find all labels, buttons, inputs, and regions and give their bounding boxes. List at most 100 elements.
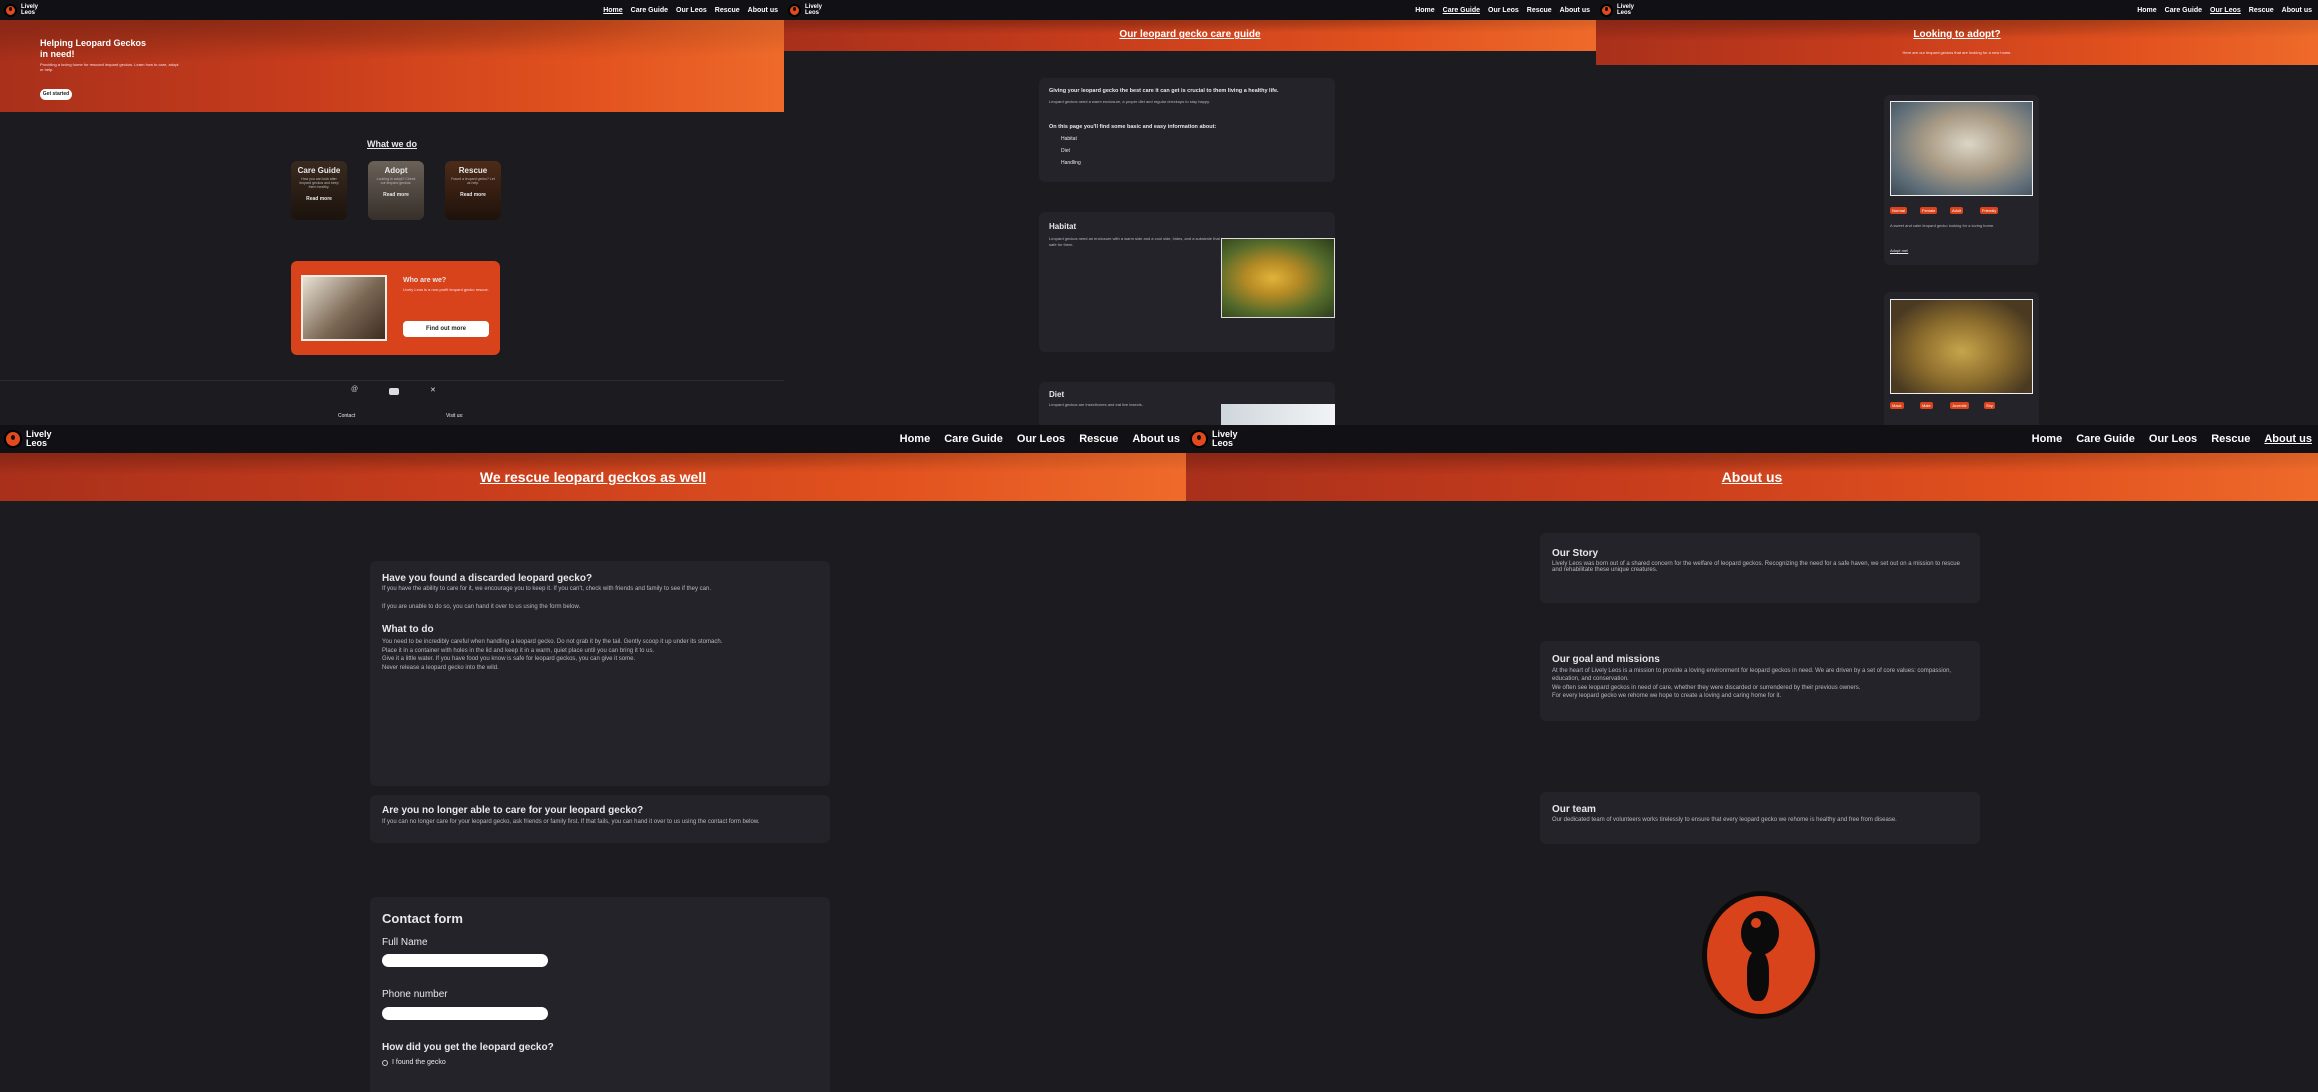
radio-icon[interactable] (382, 1059, 388, 1066)
habitat-card: Habitat Leopard geckos need an enclosure… (1039, 212, 1335, 352)
phone-input[interactable] (382, 1007, 548, 1020)
page-title: Our leopard gecko care guide (1119, 29, 1261, 40)
nav-home[interactable]: Home (900, 433, 931, 445)
diet-card: Diet Leopard geckos are insectivores and… (1039, 382, 1335, 425)
logo[interactable]: Lively Leos (1186, 429, 1238, 449)
logo[interactable]: Lively Leos (1596, 3, 1634, 17)
tile-rescue[interactable]: Rescue Found a leopard gecko? Let us hel… (445, 161, 501, 220)
logo[interactable]: Lively Leos (784, 3, 822, 17)
youtube-icon[interactable] (389, 388, 399, 395)
nav-home[interactable]: Home (2137, 7, 2156, 14)
contact-form-card: Contact form Full Name Phone number How … (370, 897, 830, 1092)
nav-rescue[interactable]: Rescue (2249, 7, 2274, 14)
footer-divider (0, 380, 784, 381)
page-title: We rescue leopard geckos as well (479, 469, 707, 485)
topic-diet-link[interactable]: Diet (1061, 148, 1070, 154)
nav-about-us[interactable]: About us (1560, 7, 1590, 14)
gecko-card-2: Mack Male Juvenile Shy (1884, 292, 2039, 425)
adopt-me-link[interactable]: Adopt me! (1890, 248, 1908, 253)
topic-habitat-link[interactable]: Habitat (1061, 136, 1077, 142)
top-navbar: Lively Leos Home Care Guide Our Leos Resc… (0, 0, 784, 20)
page-title: About us (1721, 469, 1783, 485)
main-nav: Home Care Guide Our Leos Rescue About us (2137, 7, 2318, 14)
page-banner: About us (1186, 453, 2318, 501)
read-more-link[interactable]: Read more (291, 196, 347, 202)
gecko-photo (1890, 299, 2033, 394)
home-page-panel: Lively Leos Home Care Guide Our Leos Resc… (0, 0, 784, 425)
gecko-card-1: Normal Female Adult Friendly A sweet and… (1884, 95, 2039, 265)
tile-adopt[interactable]: Adopt Looking to adopt? Check our leopar… (368, 161, 424, 220)
nav-our-leos[interactable]: Our Leos (2210, 7, 2241, 14)
nav-about-us[interactable]: About us (2264, 433, 2312, 445)
gecko-photo (1890, 101, 2033, 196)
gecko-logo-icon (788, 3, 801, 17)
found-gecko-card: Have you found a discarded leopard gecko… (370, 561, 830, 786)
read-more-link[interactable]: Read more (368, 192, 424, 198)
about-page-panel: Lively Leos Home Care Guide Our Leos Resc… (1186, 425, 2318, 1092)
goal-card: Our goal and missions At the heart of Li… (1540, 641, 1980, 721)
nav-care-guide[interactable]: Care Guide (944, 433, 1003, 445)
nav-our-leos[interactable]: Our Leos (676, 7, 707, 14)
our-story-card: Our Story Lively Leos was born out of a … (1540, 533, 1980, 603)
who-are-we-image (301, 275, 387, 341)
full-name-label: Full Name (382, 937, 428, 948)
top-navbar: Lively Leos Home Care Guide Our Leos Resc… (1596, 0, 2318, 20)
footer-visit-us: Visit us: (446, 413, 464, 419)
nav-rescue[interactable]: Rescue (715, 7, 740, 14)
logo[interactable]: Lively Leos (0, 429, 52, 449)
option-found[interactable]: I found the gecko (382, 1059, 446, 1066)
hero-banner: Helping Leopard Geckos in need! Providing… (0, 20, 784, 112)
gecko-logo-icon (4, 3, 17, 17)
nav-about-us[interactable]: About us (748, 7, 778, 14)
main-nav: Home Care Guide Our Leos Rescue About us (1415, 7, 1596, 14)
topic-handling-link[interactable]: Handling (1061, 160, 1081, 166)
nav-about-us[interactable]: About us (2282, 7, 2312, 14)
intro-card: Giving your leopard gecko the best care … (1039, 78, 1335, 182)
find-out-more-button[interactable]: Find out more (403, 321, 489, 337)
gecko-logo-large (1702, 891, 1820, 1019)
section-title: What we do (367, 139, 417, 149)
our-leos-page-panel: Lively Leos Home Care Guide Our Leos Resc… (1596, 0, 2318, 425)
nav-our-leos[interactable]: Our Leos (1488, 7, 1519, 14)
nav-care-guide[interactable]: Care Guide (631, 7, 668, 14)
page-title: Looking to adopt? (1913, 29, 2001, 40)
phone-label: Phone number (382, 989, 448, 1000)
top-navbar: Lively Leos Home Care Guide Our Leos Resc… (784, 0, 1596, 20)
rescue-page-panel: Lively Leos Home Care Guide Our Leos Resc… (0, 425, 1186, 1092)
hero-text: Providing a loving home for rescued leop… (40, 62, 179, 72)
page-banner: Looking to adopt? Here are our leopard g… (1596, 20, 2318, 65)
nav-rescue[interactable]: Rescue (1527, 7, 1552, 14)
nav-home[interactable]: Home (603, 7, 622, 14)
unable-to-care-card: Are you no longer able to care for your … (370, 795, 830, 843)
nav-care-guide[interactable]: Care Guide (2165, 7, 2202, 14)
footer-contact: Contact (338, 413, 356, 419)
get-started-button[interactable]: Get started (40, 89, 72, 100)
top-navbar: Lively Leos Home Care Guide Our Leos Resc… (1186, 425, 2318, 453)
page-banner: Our leopard gecko care guide (784, 20, 1596, 51)
nav-home[interactable]: Home (1415, 7, 1434, 14)
page-banner: We rescue leopard geckos as well (0, 453, 1186, 501)
nav-rescue[interactable]: Rescue (2211, 433, 2250, 445)
logo[interactable]: Lively Leos (0, 3, 38, 17)
who-are-we-card: Who are we? Lively Leos is a non-profit … (291, 261, 500, 355)
diet-image (1221, 404, 1335, 425)
main-nav: Home Care Guide Our Leos Rescue About us (603, 7, 784, 14)
nav-care-guide[interactable]: Care Guide (2076, 433, 2135, 445)
x-icon[interactable]: ✕ (430, 386, 436, 394)
gecko-logo-icon (1600, 3, 1613, 17)
nav-care-guide[interactable]: Care Guide (1443, 7, 1480, 14)
full-name-input[interactable] (382, 954, 548, 967)
tile-care-guide[interactable]: Care Guide How you can look after leopar… (291, 161, 347, 220)
team-card: Our team Our dedicated team of volunteer… (1540, 792, 1980, 844)
nav-our-leos[interactable]: Our Leos (2149, 433, 2197, 445)
nav-our-leos[interactable]: Our Leos (1017, 433, 1065, 445)
read-more-link[interactable]: Read more (445, 192, 501, 198)
nav-about-us[interactable]: About us (1132, 433, 1180, 445)
habitat-gecko-image (1221, 238, 1335, 318)
nav-home[interactable]: Home (2032, 433, 2063, 445)
gecko-logo-icon (4, 430, 22, 448)
nav-rescue[interactable]: Rescue (1079, 433, 1118, 445)
gecko-logo-icon (1190, 430, 1208, 448)
threads-icon[interactable]: @ (351, 386, 358, 393)
main-nav: Home Care Guide Our Leos Rescue About us (2032, 433, 2318, 445)
